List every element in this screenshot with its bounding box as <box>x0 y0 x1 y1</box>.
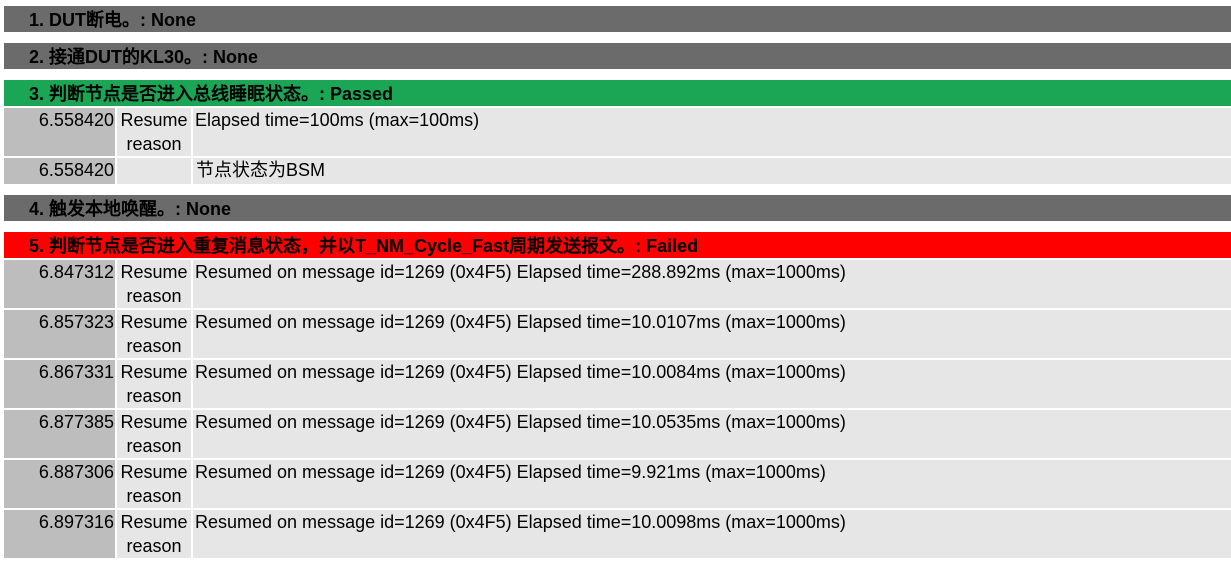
log-kind-word: reason <box>126 436 182 456</box>
log-timestamp: 6.877385 <box>4 409 117 460</box>
step-spacer <box>4 34 1231 43</box>
log-row: 6.558420 Resume reason Elapsed time=100ms (… <box>4 108 1231 158</box>
log-kind-word: reason <box>126 286 182 306</box>
log-kind-word: reason <box>126 134 182 154</box>
log-kind-word: reason <box>126 486 182 506</box>
log-kind-word: Resume <box>120 412 188 432</box>
log-timestamp: 6.558420 <box>4 157 117 186</box>
log-message: Resumed on message id=1269 (0x4F5) Elaps… <box>192 260 1231 310</box>
step-header-3: 3. 判断节点是否进入总线睡眠状态。: Passed <box>4 80 1231 108</box>
log-message: Resumed on message id=1269 (0x4F5) Elaps… <box>192 459 1231 510</box>
step-spacer <box>4 71 1231 80</box>
log-message: 节点状态为BSM <box>192 157 1231 186</box>
log-message: Resumed on message id=1269 (0x4F5) Elaps… <box>192 509 1231 560</box>
log-message: Resumed on message id=1269 (0x4F5) Elaps… <box>192 309 1231 360</box>
log-kind-word: reason <box>126 386 182 406</box>
step-header-2: 2. 接通DUT的KL30。: None <box>4 43 1231 71</box>
log-timestamp: 6.857323 <box>4 309 117 360</box>
log-row: 6.847312 Resume reason Resumed on message i… <box>4 260 1231 310</box>
log-kind: Resume reason <box>116 309 193 360</box>
log-kind-word: Resume <box>120 262 188 282</box>
log-timestamp: 6.897316 <box>4 509 117 560</box>
step-log-table-3: 6.558420 Resume reason Elapsed time=100ms (… <box>4 108 1231 186</box>
step-header-1: 1. DUT断电。: None <box>4 6 1231 34</box>
log-kind: Resume reason <box>116 359 193 410</box>
log-kind: Resume reason <box>116 108 193 158</box>
log-timestamp: 6.867331 <box>4 359 117 410</box>
log-kind-word: Resume <box>120 462 188 482</box>
test-report: 1. DUT断电。: None 2. 接通DUT的KL30。: None 3. 判断… <box>4 6 1231 560</box>
log-timestamp: 6.558420 <box>4 108 117 158</box>
log-message: Elapsed time=100ms (max=100ms) <box>192 108 1231 158</box>
step-spacer <box>4 186 1231 195</box>
log-message: Resumed on message id=1269 (0x4F5) Elaps… <box>192 359 1231 410</box>
step-header-4: 4. 触发本地唤醒。: None <box>4 195 1231 223</box>
log-kind <box>116 157 193 186</box>
log-kind-word: reason <box>126 536 182 556</box>
log-message: Resumed on message id=1269 (0x4F5) Elaps… <box>192 409 1231 460</box>
log-kind: Resume reason <box>116 509 193 560</box>
log-row: 6.877385 Resume reason Resumed on message i… <box>4 409 1231 460</box>
log-kind-word: Resume <box>120 110 188 130</box>
log-row: 6.887306 Resume reason Resumed on message i… <box>4 459 1231 510</box>
log-row: 6.897316 Resume reason Resumed on message i… <box>4 509 1231 560</box>
log-kind: Resume reason <box>116 459 193 510</box>
step-header-5: 5. 判断节点是否进入重复消息状态，并以T_NM_Cycle_Fast周期发送报… <box>4 232 1231 260</box>
log-timestamp: 6.847312 <box>4 260 117 310</box>
step-log-table-5: 6.847312 Resume reason Resumed on message i… <box>4 260 1231 560</box>
log-row: 6.857323 Resume reason Resumed on message i… <box>4 309 1231 360</box>
log-timestamp: 6.887306 <box>4 459 117 510</box>
step-spacer <box>4 223 1231 232</box>
log-row: 6.558420 节点状态为BSM <box>4 157 1231 186</box>
log-kind: Resume reason <box>116 409 193 460</box>
log-kind: Resume reason <box>116 260 193 310</box>
log-kind-word: Resume <box>120 312 188 332</box>
log-kind-word: Resume <box>120 362 188 382</box>
log-kind-word: Resume <box>120 512 188 532</box>
log-kind-word: reason <box>126 336 182 356</box>
log-row: 6.867331 Resume reason Resumed on message i… <box>4 359 1231 410</box>
